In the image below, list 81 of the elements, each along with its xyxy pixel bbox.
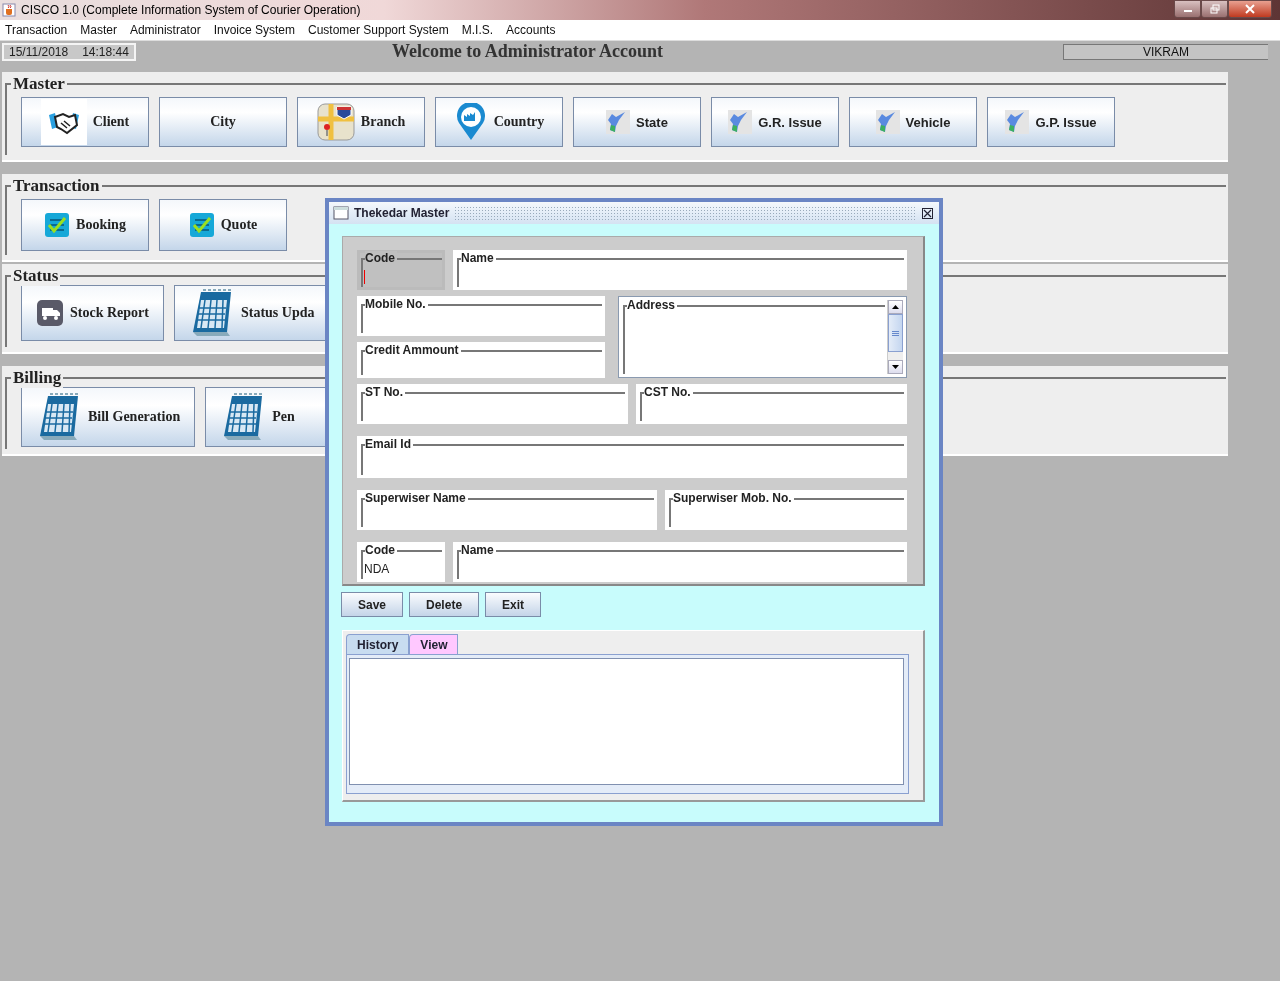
field-value: NDA — [364, 562, 390, 576]
menu-button[interactable]: Vehicle — [849, 97, 977, 147]
menu-item[interactable]: M.I.S. — [461, 23, 494, 37]
checklist-icon — [44, 212, 71, 238]
menu-button[interactable]: Booking — [21, 199, 149, 251]
welcome-heading: Welcome to Administrator Account — [391, 41, 664, 62]
section-title: Billing — [11, 368, 64, 388]
field-label: Superwiser Name — [365, 491, 468, 505]
up-arrow-icon — [892, 305, 899, 309]
dialog-title: Thekedar Master — [354, 206, 450, 220]
input-field[interactable]: ST No. — [357, 384, 628, 424]
input-field[interactable]: Code NDA — [357, 542, 445, 582]
field-label: Credit Ammount — [365, 343, 461, 357]
map-shape-icon — [728, 110, 753, 134]
menu-button[interactable]: G.P. Issue — [987, 97, 1115, 147]
menu-button[interactable]: Quote — [159, 199, 287, 251]
close-button[interactable] — [1228, 0, 1272, 18]
scroll-up-button[interactable] — [888, 300, 903, 314]
window-icon — [333, 206, 349, 220]
field-label: Superwiser Mob. No. — [673, 491, 794, 505]
input-field[interactable]: Superwiser Name — [357, 490, 657, 530]
map-icon — [316, 103, 355, 141]
time-text: 14:18:44 — [82, 44, 129, 59]
field-label: Email Id — [365, 437, 413, 451]
user-name: VIKRAM — [1063, 43, 1268, 60]
input-field[interactable]: Email Id — [357, 436, 907, 478]
input-field[interactable]: CST No. — [636, 384, 907, 424]
map-shape-icon — [875, 110, 900, 134]
text-area[interactable]: Address — [618, 296, 907, 378]
truck-icon — [36, 299, 64, 327]
grip-icon — [892, 330, 899, 336]
menu-button[interactable]: City — [159, 97, 287, 147]
menu-button[interactable]: Bill Generation — [21, 387, 196, 447]
java-cup-icon — [2, 3, 16, 17]
action-button[interactable]: Delete — [409, 592, 480, 617]
field-label: CST No. — [644, 385, 693, 399]
menu-button[interactable]: G.R. Issue — [711, 97, 839, 147]
date-text: 15/11/2018 — [9, 44, 69, 59]
field-label: Name — [461, 251, 496, 265]
menu-item[interactable]: Accounts — [506, 23, 556, 37]
input-field[interactable]: Superwiser Mob. No. — [665, 490, 907, 530]
close-icon — [922, 207, 933, 219]
tab[interactable]: View — [409, 634, 459, 654]
map-shape-icon — [606, 110, 631, 134]
handshake-icon — [40, 99, 87, 145]
close-icon — [1245, 4, 1255, 14]
menu-item[interactable]: Invoice System — [213, 23, 295, 37]
menu-button[interactable]: Branch — [297, 97, 425, 147]
field-label: Mobile No. — [365, 297, 428, 311]
minimize-button[interactable] — [1174, 0, 1201, 18]
down-arrow-icon — [892, 365, 899, 369]
scroll-down-button[interactable] — [888, 360, 903, 374]
field-label: Code — [365, 543, 397, 557]
menu-item[interactable]: Master — [80, 23, 117, 37]
close-button[interactable] — [920, 205, 935, 221]
menu-button[interactable]: Stock Report — [21, 285, 164, 341]
field-label: Name — [461, 543, 496, 557]
menu-button[interactable]: Client — [21, 97, 149, 147]
menu-button[interactable]: Country — [435, 97, 563, 147]
input-field[interactable]: Credit Ammount — [357, 342, 605, 378]
menu-button[interactable]: State — [573, 97, 701, 147]
input-field[interactable]: Name — [453, 250, 907, 290]
menu-item[interactable]: Transaction — [5, 23, 68, 37]
restore-button[interactable] — [1201, 0, 1228, 18]
checklist-icon — [188, 212, 215, 238]
window-title: CISCO 1.0 (Complete Information System of Courier Operation) — [21, 3, 361, 17]
menu-item[interactable]: Administrator — [129, 23, 201, 37]
menu-item[interactable]: Customer Support System — [308, 23, 449, 37]
map-shape-icon — [1005, 110, 1030, 134]
field-label: Address — [627, 298, 678, 312]
scroll-thumb[interactable] — [888, 314, 903, 352]
text-caret — [364, 270, 365, 284]
field-label: ST No. — [365, 385, 405, 399]
input-field[interactable]: Mobile No. — [357, 296, 605, 336]
tab[interactable]: History — [346, 634, 410, 654]
input-field[interactable]: Name — [453, 542, 907, 582]
scrollbar[interactable] — [887, 300, 903, 374]
action-button[interactable]: Save — [341, 592, 404, 617]
field-label: Code — [365, 251, 397, 265]
restore-icon — [1209, 4, 1220, 14]
action-button[interactable]: Exit — [485, 592, 542, 617]
